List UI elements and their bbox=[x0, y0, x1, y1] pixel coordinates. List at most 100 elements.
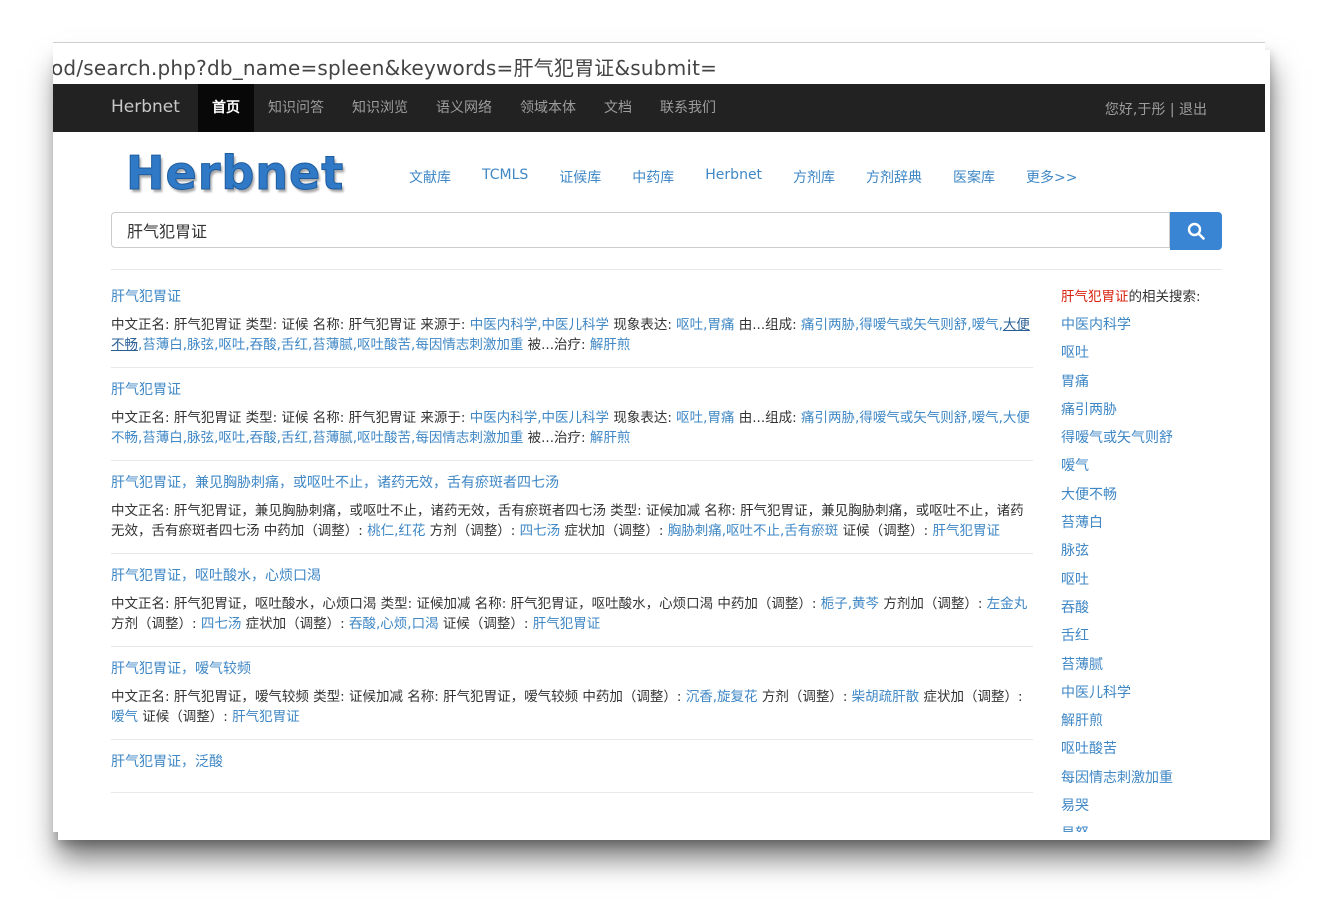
result-text: 症状加（调整）: bbox=[560, 523, 668, 539]
related-search-link[interactable]: 易怒 bbox=[1061, 824, 1261, 832]
related-search-link[interactable]: 易哭 bbox=[1061, 796, 1261, 816]
result-text: 中文正名: 肝气犯胃证 类型: 证候 名称: 肝气犯胃证 来源于: bbox=[111, 317, 470, 333]
related-search-link[interactable]: 得嗳气或矢气则舒 bbox=[1061, 428, 1261, 448]
top-navbar: Herbnet 首页 知识问答 知识浏览 语义网络 领域本体 文档 联系我们 您好,于彤 |… bbox=[53, 84, 1265, 132]
result-text: 方剂（调整）: bbox=[757, 689, 852, 705]
result-term-link[interactable]: 左金丸 bbox=[987, 596, 1028, 612]
related-suffix: 的相关搜索: bbox=[1128, 289, 1201, 305]
result-item: 肝气犯胃证中文正名: 肝气犯胃证 类型: 证候 名称: 肝气犯胃证 来源于: 中… bbox=[111, 287, 1033, 368]
result-text: 症状加（调整）: bbox=[241, 616, 349, 632]
result-term-link[interactable]: 桃仁,红花 bbox=[367, 523, 425, 539]
result-description: 中文正名: 肝气犯胃证 类型: 证候 名称: 肝气犯胃证 来源于: 中医内科学,… bbox=[111, 408, 1033, 448]
result-text: 由...组成: bbox=[734, 317, 801, 333]
related-search-link[interactable]: 舌红 bbox=[1061, 626, 1261, 646]
database-link[interactable]: 文献库 bbox=[409, 167, 451, 187]
result-term-link[interactable]: 中医内科学,中医儿科学 bbox=[470, 317, 609, 333]
result-text: 中文正名: 肝气犯胃证，嗳气较频 类型: 证候加减 名称: 肝气犯胃证，嗳气较频… bbox=[111, 689, 686, 705]
related-search-link[interactable]: 苔薄白 bbox=[1061, 513, 1261, 533]
result-term-link[interactable]: 解肝煎 bbox=[590, 430, 631, 446]
result-title-link[interactable]: 肝气犯胃证，嗳气较频 bbox=[111, 659, 1033, 679]
result-text: 中文正名: 肝气犯胃证 类型: 证候 名称: 肝气犯胃证 来源于: bbox=[111, 410, 470, 426]
database-link[interactable]: 更多>> bbox=[1026, 167, 1077, 187]
nav-item[interactable]: 语义网络 bbox=[422, 84, 506, 132]
result-item: 肝气犯胃证中文正名: 肝气犯胃证 类型: 证候 名称: 肝气犯胃证 来源于: 中… bbox=[111, 380, 1033, 461]
result-term-link[interactable]: 四七汤 bbox=[520, 523, 561, 539]
related-search-link[interactable]: 呕吐酸苦 bbox=[1061, 739, 1261, 759]
result-title-link[interactable]: 肝气犯胃证 bbox=[111, 380, 1033, 400]
result-text: 被...治疗: bbox=[523, 430, 590, 446]
result-term-link[interactable]: 呕吐,胃痛 bbox=[676, 317, 734, 333]
related-search-link[interactable]: 吞酸 bbox=[1061, 598, 1261, 618]
database-link[interactable]: 方剂库 bbox=[793, 167, 835, 187]
result-term-link[interactable]: 中医内科学,中医儿科学 bbox=[470, 410, 609, 426]
result-text: 被...治疗: bbox=[523, 337, 590, 353]
related-search-link[interactable]: 呕吐 bbox=[1061, 570, 1261, 590]
result-description: 中文正名: 肝气犯胃证 类型: 证候 名称: 肝气犯胃证 来源于: 中医内科学,… bbox=[111, 315, 1033, 355]
related-search-link[interactable]: 脉弦 bbox=[1061, 541, 1261, 561]
related-search-link[interactable]: 大便不畅 bbox=[1061, 485, 1261, 505]
result-term-link[interactable]: 胸胁刺痛,呕吐不止,舌有瘀斑 bbox=[668, 523, 839, 539]
search-icon bbox=[1187, 222, 1205, 240]
database-links: 文献库 TCMLS 证候库 中药库 Herbnet 方剂库 方剂辞典 医案库 更多>> bbox=[409, 167, 1109, 187]
result-term-link[interactable]: 呕吐,胃痛 bbox=[676, 410, 734, 426]
navbar-brand[interactable]: Herbnet bbox=[111, 97, 180, 117]
nav-item[interactable]: 联系我们 bbox=[646, 84, 730, 132]
related-search-link[interactable]: 嗳气 bbox=[1061, 456, 1261, 476]
nav-item[interactable]: 首页 bbox=[198, 84, 254, 132]
search-input[interactable] bbox=[111, 212, 1170, 248]
result-term-link[interactable]: 解肝煎 bbox=[590, 337, 631, 353]
address-bar[interactable]: od/search.php?db_name=spleen&keywords=肝气… bbox=[53, 42, 1265, 86]
result-text: 现象表达: bbox=[609, 317, 677, 333]
herbnet-logo[interactable]: Herbnet bbox=[125, 146, 344, 201]
result-text: 现象表达: bbox=[609, 410, 677, 426]
related-search-link[interactable]: 中医儿科学 bbox=[1061, 683, 1261, 703]
result-term-link[interactable]: 吞酸,心烦,口渴 bbox=[349, 616, 439, 632]
related-search-link[interactable]: 胃痛 bbox=[1061, 372, 1261, 392]
result-title-link[interactable]: 肝气犯胃证，呕吐酸水，心烦口渴 bbox=[111, 566, 1033, 586]
related-search-link[interactable]: 每因情志刺激加重 bbox=[1061, 768, 1261, 788]
database-link[interactable]: 证候库 bbox=[559, 167, 601, 187]
result-term-link[interactable]: 沉香,旋复花 bbox=[686, 689, 758, 705]
result-term-link[interactable]: 肝气犯胃证 bbox=[932, 523, 1000, 539]
result-text: 证候（调整）: bbox=[438, 616, 533, 632]
result-term-link[interactable]: 嗳气 bbox=[111, 709, 138, 725]
related-keyword: 肝气犯胃证 bbox=[1061, 289, 1129, 305]
result-text: 方剂（调整）: bbox=[111, 616, 201, 632]
nav-item[interactable]: 知识浏览 bbox=[338, 84, 422, 132]
browser-window: od/search.php?db_name=spleen&keywords=肝气… bbox=[53, 42, 1265, 832]
result-term-link[interactable]: 栀子,黄芩 bbox=[821, 596, 879, 612]
database-link[interactable]: Herbnet bbox=[705, 167, 762, 187]
related-list: 中医内科学 呕吐 胃痛 痛引两胁 得嗳气或矢气则舒 嗳气 大便不畅 苔薄白 脉弦 呕吐 吞酸 舌红 苔薄… bbox=[1061, 315, 1261, 832]
nav-item[interactable]: 知识问答 bbox=[254, 84, 338, 132]
result-term-link[interactable]: 痛引两胁,得嗳气或矢气则舒,嗳气, bbox=[801, 317, 1003, 333]
related-search-link[interactable]: 解肝煎 bbox=[1061, 711, 1261, 731]
divider bbox=[111, 269, 1222, 270]
related-searches: 肝气犯胃证的相关搜索: 中医内科学 呕吐 胃痛 痛引两胁 得嗳气或矢气则舒 嗳气 大便不畅苔… bbox=[1061, 287, 1261, 832]
database-link[interactable]: 方剂辞典 bbox=[866, 167, 922, 187]
related-search-link[interactable]: 苔薄腻 bbox=[1061, 655, 1261, 675]
related-search-link[interactable]: 痛引两胁 bbox=[1061, 400, 1261, 420]
result-term-link[interactable]: 柴胡疏肝散 bbox=[852, 689, 920, 705]
result-term-link[interactable]: 肝气犯胃证 bbox=[533, 616, 601, 632]
database-link[interactable]: 医案库 bbox=[953, 167, 995, 187]
address-url[interactable]: od/search.php?db_name=spleen&keywords=肝气… bbox=[53, 52, 717, 81]
result-description: 中文正名: 肝气犯胃证，兼见胸胁刺痛，或呕吐不止，诸药无效，舌有瘀斑者四七汤 类… bbox=[111, 501, 1033, 541]
nav-item[interactable]: 领域本体 bbox=[506, 84, 590, 132]
user-greeting[interactable]: 您好,于彤 | 退出 bbox=[1105, 99, 1207, 119]
result-title-link[interactable]: 肝气犯胃证 bbox=[111, 287, 1033, 307]
result-item: 肝气犯胃证，嗳气较频中文正名: 肝气犯胃证，嗳气较频 类型: 证候加减 名称: … bbox=[111, 659, 1033, 740]
result-title-link[interactable]: 肝气犯胃证，兼见胸胁刺痛，或呕吐不止，诸药无效，舌有瘀斑者四七汤 bbox=[111, 473, 1033, 493]
result-term-link[interactable]: 肝气犯胃证 bbox=[232, 709, 300, 725]
related-searches-heading: 肝气犯胃证的相关搜索: bbox=[1061, 287, 1261, 307]
related-search-link[interactable]: 呕吐 bbox=[1061, 343, 1261, 363]
related-search-link[interactable]: 中医内科学 bbox=[1061, 315, 1261, 335]
result-text: 方剂加（调整）: bbox=[879, 596, 987, 612]
search-button[interactable] bbox=[1170, 212, 1222, 250]
nav-item[interactable]: 文档 bbox=[590, 84, 646, 132]
result-title-link[interactable]: 肝气犯胃证，泛酸 bbox=[111, 752, 1033, 772]
result-term-link[interactable]: ,苔薄白,脉弦,呕吐,吞酸,舌红,苔薄腻,呕吐酸苦,每因情志刺激加重 bbox=[138, 337, 523, 353]
result-text: 证候（调整）: bbox=[838, 523, 933, 539]
database-link[interactable]: TCMLS bbox=[482, 167, 528, 187]
result-term-link[interactable]: 四七汤 bbox=[201, 616, 242, 632]
database-link[interactable]: 中药库 bbox=[632, 167, 674, 187]
